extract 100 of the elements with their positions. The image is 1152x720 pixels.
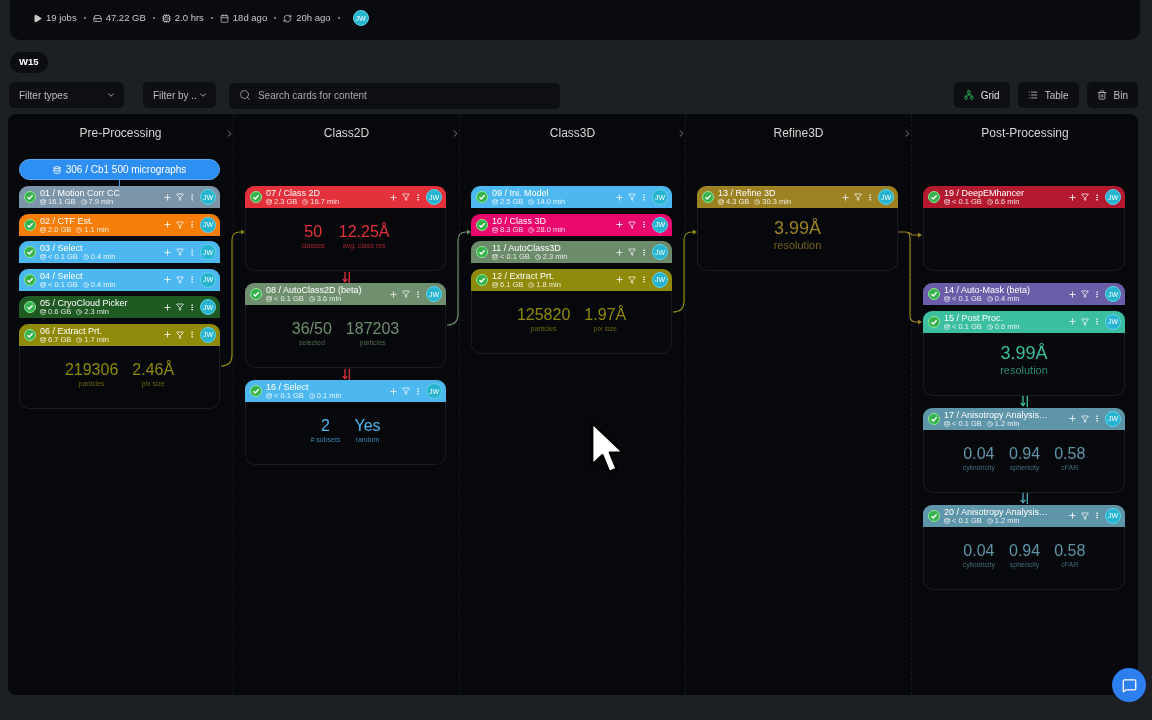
- cpu-icon: [161, 13, 171, 23]
- more-icon[interactable]: [1093, 511, 1101, 520]
- clock-icon: [76, 336, 83, 343]
- summary-stat: 47.22 GB: [105, 10, 146, 25]
- play-icon: [33, 13, 42, 23]
- plus-icon[interactable]: [1068, 192, 1077, 202]
- filter-icon[interactable]: [854, 193, 862, 201]
- database-icon: [40, 281, 46, 288]
- filter-icon[interactable]: [402, 193, 410, 201]
- plus-icon[interactable]: [841, 192, 850, 202]
- database-icon: [52, 165, 61, 174]
- status-check-icon: [928, 315, 940, 328]
- filter-icon[interactable]: [1081, 511, 1089, 520]
- job-title: 06 / Extract Prt.: [40, 325, 103, 336]
- clock-icon: [528, 199, 535, 205]
- clock-icon: [528, 281, 535, 288]
- more-icon[interactable]: [866, 192, 874, 202]
- filter-icon[interactable]: [176, 193, 184, 201]
- filter-icon[interactable]: [402, 290, 410, 298]
- plus-icon[interactable]: [389, 289, 398, 299]
- plus-icon[interactable]: [1068, 289, 1077, 299]
- plus-icon[interactable]: [163, 302, 172, 312]
- more-icon[interactable]: [640, 247, 648, 257]
- more-icon[interactable]: [1093, 289, 1101, 299]
- more-icon[interactable]: [414, 289, 422, 299]
- database-icon: [40, 336, 46, 343]
- stat-value: 125820: [516, 304, 571, 324]
- mouse-pointer-icon: [590, 421, 626, 475]
- database-icon: [492, 226, 498, 233]
- workspace-tag[interactable]: W15: [10, 52, 48, 73]
- database-icon: [944, 296, 950, 302]
- filter-select[interactable]: Filter by ..: [143, 82, 216, 108]
- search-field[interactable]: Search cards for content: [228, 82, 560, 109]
- stat-value: 50: [304, 222, 323, 241]
- hard-drive-icon: [92, 13, 102, 23]
- clock-icon: [986, 296, 993, 302]
- job-title: 10 / Class 3D: [492, 215, 547, 226]
- job-title: 11 / AutoClass3D: [492, 243, 561, 253]
- filter-icon[interactable]: [628, 220, 636, 229]
- filter-icon[interactable]: [1081, 290, 1089, 298]
- status-check-icon: [250, 191, 262, 203]
- job-title: 01 / Motion Corr CC: [40, 188, 121, 198]
- database-icon: [944, 323, 950, 330]
- refresh-icon: [283, 13, 293, 23]
- more-icon[interactable]: [188, 302, 196, 312]
- stat-label: resolution: [1000, 363, 1048, 377]
- dataset-button[interactable]: 306 / Cb1 500 micrographs: [19, 159, 220, 180]
- more-icon[interactable]: [1093, 414, 1101, 423]
- plus-icon[interactable]: [1068, 511, 1077, 520]
- clock-icon: [308, 393, 315, 399]
- database-icon: [40, 309, 46, 315]
- filter-select[interactable]: Filter types: [9, 82, 124, 108]
- view-button[interactable]: Grid: [953, 82, 1010, 108]
- plus-icon[interactable]: [163, 330, 172, 339]
- more-icon[interactable]: [1093, 192, 1101, 202]
- job-title: 13 / Refine 3D: [718, 188, 776, 198]
- stat-value: 0.94: [1009, 540, 1041, 560]
- view-button[interactable]: Table: [1017, 82, 1079, 108]
- plus-icon[interactable]: [1068, 414, 1077, 423]
- database-icon: [266, 393, 272, 399]
- more-icon[interactable]: [640, 220, 648, 229]
- stat-value: 0.04: [963, 540, 995, 560]
- clock-icon: [76, 226, 83, 233]
- trash-icon: [1096, 90, 1107, 100]
- filter-icon[interactable]: [176, 330, 184, 339]
- chat-button[interactable]: [1112, 668, 1146, 702]
- database-icon: [944, 420, 950, 427]
- job-title: 09 / Ini. Model: [492, 188, 549, 198]
- plus-icon[interactable]: [615, 247, 624, 257]
- more-icon[interactable]: [640, 275, 648, 284]
- list-icon: [1027, 90, 1038, 100]
- plus-icon[interactable]: [163, 192, 172, 202]
- more-icon[interactable]: [188, 192, 196, 202]
- filter-icon[interactable]: [628, 248, 636, 256]
- filter-icon[interactable]: [628, 275, 636, 284]
- clock-icon: [534, 254, 541, 260]
- chevron-down-icon: [106, 90, 116, 100]
- plus-icon[interactable]: [615, 275, 624, 284]
- status-check-icon: [24, 301, 36, 313]
- stat-value: 219306: [64, 359, 119, 379]
- database-icon: [40, 254, 46, 260]
- status-check-icon: [928, 288, 940, 300]
- more-icon[interactable]: [188, 330, 196, 339]
- connector-line: [119, 180, 120, 186]
- stat-value: 3.99Å: [1000, 342, 1048, 364]
- clock-icon: [82, 254, 89, 260]
- network-icon: [963, 90, 974, 100]
- filter-icon[interactable]: [176, 303, 184, 311]
- stat-value: 3.99Å: [773, 218, 821, 239]
- job-title: 03 / Select: [40, 243, 83, 253]
- status-check-icon: [24, 273, 36, 286]
- filter-icon[interactable]: [1081, 193, 1089, 201]
- database-icon: [492, 281, 498, 288]
- job-title: 19 / DeepEMhancer: [944, 188, 1025, 198]
- filter-icon[interactable]: [1081, 414, 1089, 423]
- plus-icon[interactable]: [389, 192, 398, 202]
- view-button[interactable]: Bin: [1086, 82, 1138, 108]
- more-icon[interactable]: [414, 192, 422, 202]
- job-title: 12 / Extract Prt.: [492, 270, 555, 281]
- plus-icon[interactable]: [615, 220, 624, 229]
